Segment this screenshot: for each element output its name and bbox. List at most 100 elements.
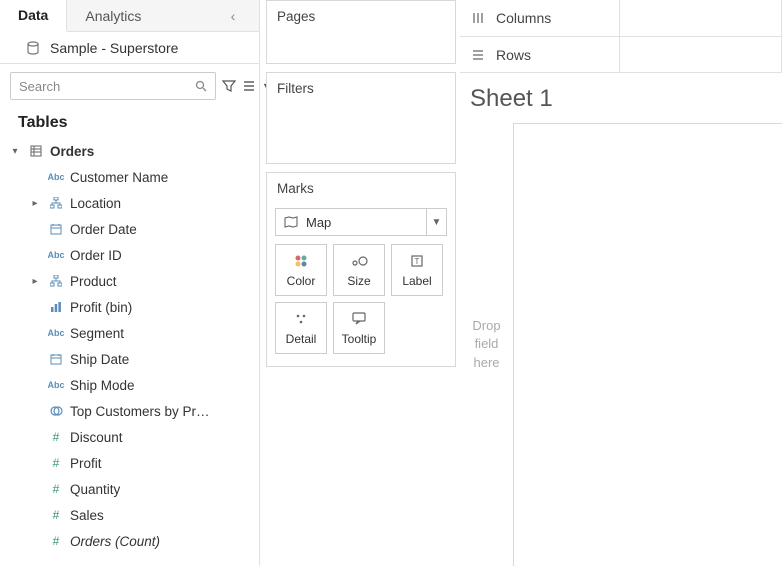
color-icon: [293, 252, 309, 270]
field-type-icon: [46, 353, 66, 365]
table-label: Orders: [50, 144, 247, 159]
columns-drop-zone[interactable]: [620, 0, 782, 36]
field-type-icon: [46, 301, 66, 313]
field-quantity[interactable]: # Quantity: [0, 476, 247, 502]
field-type-icon: Abc: [46, 380, 66, 390]
chevron-right-icon[interactable]: ▸: [28, 276, 42, 287]
filter-icon[interactable]: [222, 77, 236, 95]
field-orders-count[interactable]: # Orders (Count): [0, 528, 247, 554]
tab-analytics[interactable]: Analytics ‹: [67, 0, 259, 31]
datasource-row[interactable]: Sample - Superstore: [0, 32, 259, 64]
pages-card[interactable]: Pages: [266, 0, 456, 64]
rows-icon: [472, 49, 486, 61]
marks-color-button[interactable]: Color: [275, 244, 327, 296]
marks-label-label: Label: [402, 274, 431, 288]
marks-size-label: Size: [347, 274, 370, 288]
drop-field-hint: Drop field here: [472, 317, 500, 372]
field-type-icon: [46, 405, 66, 417]
marks-tooltip-button[interactable]: Tooltip: [333, 302, 385, 354]
pages-card-header: Pages: [267, 1, 455, 32]
fields-tree: ▾ Orders Abc Customer Name ▸Location Order Da…: [0, 138, 259, 566]
detail-icon: [294, 310, 308, 328]
field-label: Ship Date: [70, 352, 247, 367]
field-type-icon: [46, 197, 66, 209]
field-profit[interactable]: # Profit: [0, 450, 247, 476]
field-top-customers-by-pr[interactable]: Top Customers by Pr…: [0, 398, 247, 424]
mark-type-label: Map: [306, 215, 331, 230]
field-type-icon: Abc: [46, 250, 66, 260]
tab-analytics-label: Analytics: [85, 8, 141, 24]
field-label: Order Date: [70, 222, 247, 237]
field-ship-mode[interactable]: Abc Ship Mode: [0, 372, 247, 398]
field-ship-date[interactable]: Ship Date: [0, 346, 247, 372]
field-location[interactable]: ▸Location: [0, 190, 247, 216]
field-discount[interactable]: #Discount: [0, 424, 247, 450]
rows-drop-zone[interactable]: [620, 37, 782, 72]
collapse-sidebar-icon[interactable]: ‹: [225, 8, 241, 24]
field-type-icon: [46, 223, 66, 235]
field-customer-name[interactable]: Abc Customer Name: [0, 164, 247, 190]
field-order-id[interactable]: Abc Order ID: [0, 242, 247, 268]
field-label: Sales: [70, 508, 247, 523]
cards-column: Pages Filters Marks Map ▼: [260, 0, 460, 566]
field-sales[interactable]: # Sales: [0, 502, 247, 528]
field-label: Product: [70, 274, 247, 289]
rows-shelf-label: Rows: [496, 47, 531, 63]
filters-card[interactable]: Filters: [266, 72, 456, 164]
columns-icon: [472, 12, 486, 24]
marks-detail-label: Detail: [286, 332, 317, 346]
search-input[interactable]: [19, 79, 195, 94]
field-product[interactable]: ▸ Product: [0, 268, 247, 294]
filters-card-header: Filters: [267, 73, 455, 104]
datasource-icon: [26, 41, 40, 55]
field-label: Top Customers by Pr…: [70, 404, 247, 419]
table-orders[interactable]: ▾ Orders: [0, 138, 247, 164]
marks-card-header: Marks: [267, 173, 455, 204]
field-segment[interactable]: Abc Segment: [0, 320, 247, 346]
table-icon: [26, 145, 46, 157]
marks-color-label: Color: [287, 274, 316, 288]
marks-detail-button[interactable]: Detail: [275, 302, 327, 354]
row-field-drop-zone[interactable]: Drop field here: [460, 123, 514, 566]
svg-text:T: T: [415, 257, 420, 266]
field-label: Segment: [70, 326, 247, 341]
columns-shelf-label: Columns: [496, 10, 551, 26]
search-box[interactable]: [10, 72, 216, 100]
rows-shelf[interactable]: Rows: [460, 36, 782, 72]
field-label: Order ID: [70, 248, 247, 263]
field-type-icon: #: [46, 534, 66, 548]
chevron-down-icon[interactable]: ▾: [8, 146, 22, 157]
worksheet-view: Columns Rows Sheet 1 Drop field here: [460, 0, 782, 566]
field-type-icon: #: [46, 456, 66, 470]
mark-type-dropdown[interactable]: Map ▼: [275, 208, 447, 236]
field-label: Orders (Count): [70, 534, 247, 549]
field-type-icon: Abc: [46, 328, 66, 338]
marks-label-button[interactable]: T Label: [391, 244, 443, 296]
tables-header: Tables: [0, 108, 259, 138]
tooltip-icon: [351, 310, 367, 328]
view-list-icon[interactable]: [242, 77, 256, 95]
label-icon: T: [410, 252, 424, 270]
datasource-name: Sample - Superstore: [50, 40, 178, 56]
columns-shelf[interactable]: Columns: [460, 0, 782, 36]
main-canvas[interactable]: [514, 123, 782, 566]
marks-size-button[interactable]: Size: [333, 244, 385, 296]
sheet-title[interactable]: Sheet 1: [460, 73, 782, 123]
chevron-right-icon[interactable]: ▸: [28, 198, 42, 209]
field-order-date[interactable]: Order Date: [0, 216, 247, 242]
field-label: Customer Name: [70, 170, 247, 185]
size-icon: [350, 252, 368, 270]
field-type-icon: [46, 275, 66, 287]
search-icon: [195, 80, 207, 92]
field-label: Profit: [70, 456, 247, 471]
field-label: Quantity: [70, 482, 247, 497]
field-type-icon: Abc: [46, 172, 66, 182]
field-type-icon: #: [46, 508, 66, 522]
chevron-down-icon: ▼: [426, 209, 446, 235]
field-profit-bin[interactable]: Profit (bin): [0, 294, 247, 320]
field-label: Ship Mode: [70, 378, 247, 393]
field-type-icon: #: [46, 482, 66, 496]
marks-card: Marks Map ▼ Color: [266, 172, 456, 367]
field-label: Discount: [70, 430, 247, 445]
tab-data[interactable]: Data: [0, 0, 67, 32]
